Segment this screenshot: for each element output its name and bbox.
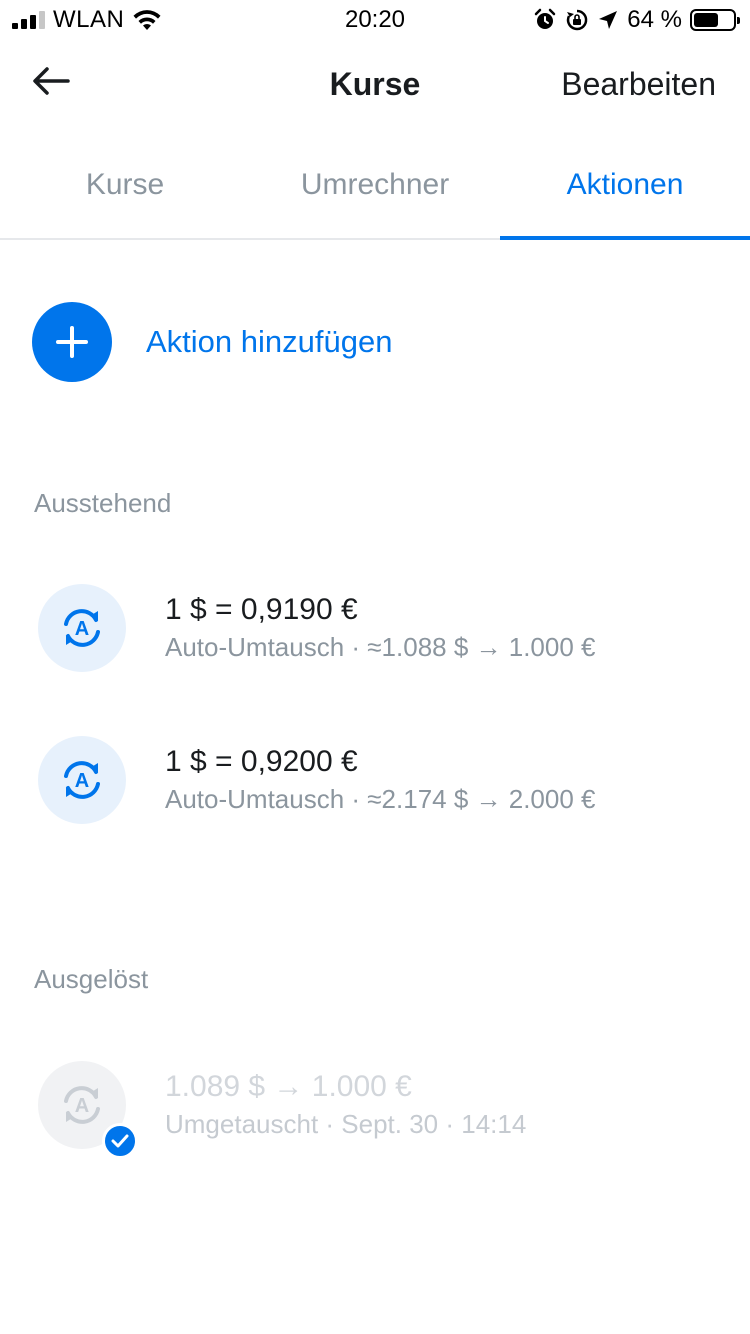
rate-subtitle: Auto-Umtausch · ≈1.088 $ → 1.000 €: [165, 632, 596, 662]
auto-exchange-icon: A: [38, 1061, 138, 1159]
list-item[interactable]: A 1 $ = 0,9200 € Auto-Umtausch · ≈2.174 …: [38, 735, 738, 825]
svg-text:A: A: [75, 1095, 89, 1117]
status-bar-right: 64 %: [533, 6, 740, 34]
rate-title: 1 $ = 0,9200 €: [165, 745, 358, 778]
auto-exchange-icon: A: [38, 736, 126, 824]
alarm-icon: [535, 8, 556, 29]
rate-subtitle: Auto-Umtausch · ≈2.174 $ → 2.000 €: [165, 784, 596, 814]
edit-button[interactable]: Bearbeiten: [561, 66, 716, 103]
checkmark-icon: [102, 1123, 138, 1159]
rate-title: 1 $ = 0,9190 €: [165, 593, 358, 626]
tab-bar: Kurse Umrechner Aktionen: [0, 130, 750, 240]
list-item-text: 1.089 $ → 1.000 € Umgetauscht · Sept. 30…: [165, 1068, 526, 1142]
battery-percent: 64 %: [627, 6, 682, 33]
status-bar: WLAN 20:20 64 %: [0, 0, 750, 40]
list-item[interactable]: A 1 $ = 0,9190 € Auto-Umtausch · ≈1.088 …: [38, 583, 738, 673]
add-action-button[interactable]: Aktion hinzufügen: [32, 302, 392, 382]
list-item[interactable]: A 1.089 $ → 1.000 € Umgetauscht · Sept. …: [38, 1060, 738, 1159]
svg-text:A: A: [75, 618, 89, 640]
tab-rates[interactable]: Kurse: [0, 130, 250, 238]
exchange-title: 1.089 $ → 1.000 €: [165, 1070, 412, 1103]
tab-actions[interactable]: Aktionen: [500, 130, 750, 240]
svg-text:A: A: [75, 770, 89, 792]
section-title-pending: Ausstehend: [34, 488, 172, 518]
tab-converter[interactable]: Umrechner: [250, 130, 500, 238]
plus-icon: [56, 326, 88, 358]
rotation-lock-icon: [567, 9, 588, 31]
auto-exchange-icon: A: [38, 584, 126, 672]
section-title-triggered: Ausgelöst: [34, 964, 149, 994]
add-circle[interactable]: [32, 302, 112, 382]
location-icon: [599, 11, 618, 29]
list-item-text: 1 $ = 0,9190 € Auto-Umtausch · ≈1.088 $ …: [165, 591, 596, 665]
exchange-subtitle: Umgetauscht · Sept. 30 · 14:14: [165, 1109, 527, 1139]
add-action-label[interactable]: Aktion hinzufügen: [146, 324, 392, 360]
battery-icon: [690, 9, 740, 31]
nav-header: Kurse Bearbeiten: [0, 40, 750, 130]
list-item-text: 1 $ = 0,9200 € Auto-Umtausch · ≈2.174 $ …: [165, 743, 596, 817]
